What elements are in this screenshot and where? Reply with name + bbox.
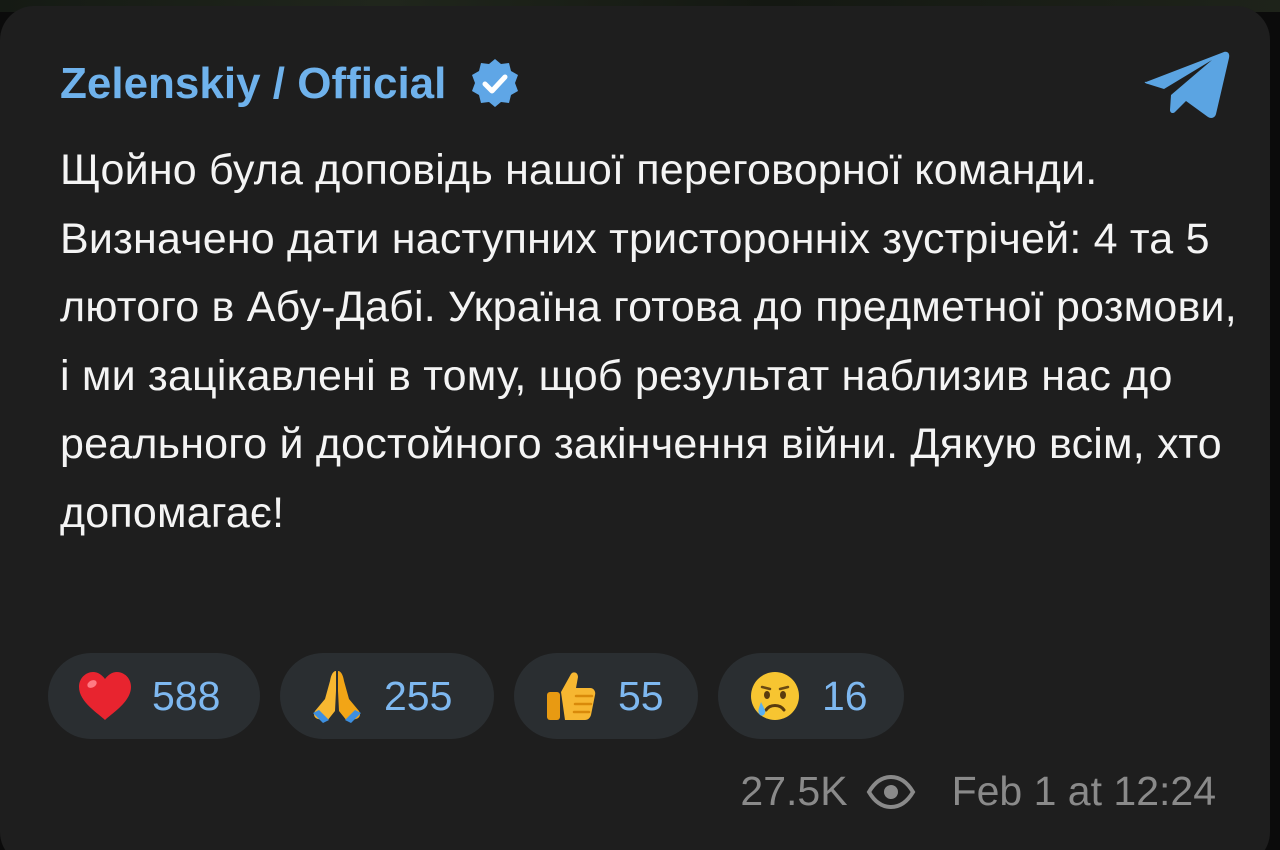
post-timestamp: Feb 1 at 12:24 — [951, 768, 1216, 814]
folded-hands-icon — [308, 667, 366, 725]
post-header: Zelenskiy / Official — [60, 56, 522, 112]
reaction-crying-face[interactable]: 16 — [718, 653, 904, 739]
reaction-count: 55 — [618, 672, 664, 719]
telegram-post-screen: Zelenskiy / Official Щойно була доповідь… — [0, 0, 1280, 850]
message-bubble[interactable]: Zelenskiy / Official Щойно була доповідь… — [0, 6, 1270, 850]
reaction-folded-hands[interactable]: 255 — [280, 653, 494, 739]
reaction-count: 255 — [384, 672, 453, 719]
view-count: 27.5K — [740, 768, 848, 814]
crying-face-icon — [746, 667, 804, 725]
message-text: Щойно була доповідь нашої переговорної к… — [60, 146, 1237, 537]
verified-badge-icon — [468, 57, 522, 111]
reactions-bar: 588 255 55 16 — [48, 653, 904, 739]
reaction-count: 16 — [822, 672, 868, 719]
eye-icon — [866, 772, 916, 812]
reaction-thumbs-up[interactable]: 55 — [514, 653, 698, 739]
heart-icon — [76, 667, 134, 725]
reaction-heart[interactable]: 588 — [48, 653, 260, 739]
post-meta: 27.5K Feb 1 at 12:24 — [740, 768, 1216, 815]
reaction-count: 588 — [152, 672, 221, 719]
share-icon[interactable] — [1140, 46, 1232, 122]
thumbs-up-icon — [542, 667, 600, 725]
channel-name[interactable]: Zelenskiy / Official — [60, 59, 446, 109]
